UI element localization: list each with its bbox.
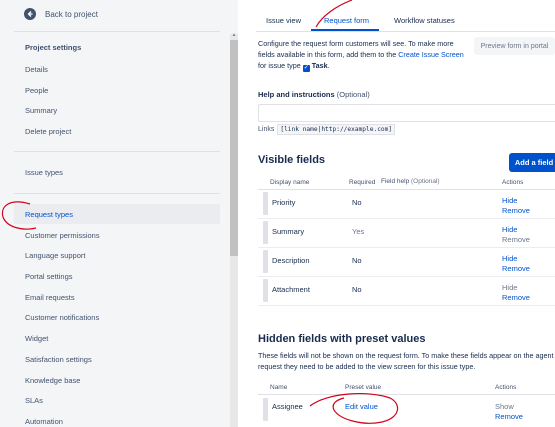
hide-field-link[interactable]: Hide [502,196,517,205]
field-required: No [352,285,362,294]
field-name: Assignee [272,402,303,411]
sidebar-divider [14,31,220,32]
sidebar-item-summary[interactable]: Summary [14,100,220,120]
hidden-fields-description: These fields will not be shown on the re… [258,351,554,371]
checkbox-checked-icon: ✓ [302,65,310,72]
links-label: Links [258,126,275,133]
field-name: Description [272,256,310,265]
links-example: [link name|http://example.com] [277,124,396,135]
hide-field-link[interactable]: Hide [502,254,517,263]
sidebar-item-details[interactable]: Details [14,59,220,79]
col-name: Name [270,384,288,391]
sidebar-item-knowledge-base[interactable]: Knowledge base [14,370,220,390]
col-required: Required [349,179,376,186]
tab-request-form[interactable]: Request form [324,16,369,25]
create-issue-screen-link[interactable]: Create Issue Screen [398,50,464,59]
drag-handle-icon[interactable] [263,279,268,302]
help-instructions-input[interactable] [258,104,555,122]
field-name: Priority [272,198,296,207]
sidebar-item-language-support[interactable]: Language support [14,245,220,265]
sidebar-scrollbar-thumb[interactable] [230,40,238,256]
description-text: for issue type [258,61,303,70]
sidebar-item-customer-notifications[interactable]: Customer notifications [14,307,220,327]
sidebar-item-portal-settings[interactable]: Portal settings [14,266,220,286]
sidebar-divider [14,151,220,152]
col-actions: Actions [502,179,524,186]
arrow-left-circle-icon [24,8,36,20]
sidebar-section-title: Project settings [25,43,82,52]
drag-handle-icon[interactable] [263,221,268,244]
drag-handle-icon[interactable] [263,192,268,215]
remove-field-link[interactable]: Remove [502,206,530,215]
visible-fields-title: Visible fields [258,154,326,166]
back-to-project-link[interactable]: Back to project [24,6,98,22]
row-divider [258,247,555,248]
sidebar-item-slas[interactable]: SLAs [14,390,220,410]
field-required: Yes [352,227,365,236]
description-text: . [327,61,330,70]
back-label: Back to project [45,9,98,19]
drag-handle-icon[interactable] [263,250,268,273]
sidebar-divider [14,193,220,194]
hide-field-link[interactable]: Hide [502,225,517,234]
table-header-rule [258,394,555,395]
table-header-rule [258,189,555,190]
field-name: Attachment [272,285,310,294]
optional-label: (Optional) [411,178,440,185]
scroll-up-icon[interactable]: ▲ [230,32,238,38]
add-field-button[interactable]: Add a field [509,153,555,172]
remove-field-link[interactable]: Remove [502,264,530,273]
remove-field-disabled: Remove [502,235,530,244]
row-divider [258,218,555,219]
sidebar-item-email-requests[interactable]: Email requests [14,287,220,307]
sidebar-item-issue-types[interactable]: Issue types [14,162,220,182]
sidebar-item-automation[interactable]: Automation [14,411,220,427]
sidebar-item-request-types[interactable]: Request types [14,204,220,224]
field-help-label: Field help [381,178,410,185]
sidebar: Back to project Project settings Details… [0,0,238,427]
show-field-disabled: Show [495,402,514,411]
col-actions: Actions [495,384,517,391]
help-title-text: Help and instructions [258,90,335,99]
drag-handle-icon[interactable] [263,398,268,421]
sidebar-item-people[interactable]: People [14,80,220,100]
sidebar-item-customer-permissions[interactable]: Customer permissions [14,225,220,245]
hide-field-disabled: Hide [502,283,518,292]
links-hint: Links [link name|http://example.com] [258,124,396,135]
help-instructions-label: Help and instructions (Optional) [258,90,370,99]
preview-form-button[interactable]: Preview form in portal [474,37,555,55]
optional-label: (Optional) [336,90,370,99]
field-required: No [352,198,362,207]
field-required: No [352,256,362,265]
row-divider [258,305,555,306]
tab-issue-view[interactable]: Issue view [266,16,301,25]
row-divider [258,276,555,277]
field-name: Summary [272,227,305,236]
sidebar-item-delete-project[interactable]: Delete project [14,121,220,141]
tab-divider [256,31,555,32]
request-form-description: Configure the request form customers wil… [258,38,468,72]
sidebar-item-widget[interactable]: Widget [14,328,220,348]
col-display-name: Display name [270,179,310,186]
remove-field-link[interactable]: Remove [495,412,523,421]
edit-value-link[interactable]: Edit value [345,402,378,411]
sidebar-item-satisfaction-settings[interactable]: Satisfaction settings [14,349,220,369]
col-field-help: Field help (Optional) [381,178,440,185]
col-preset-value: Preset value [345,384,382,391]
tab-workflow-statuses[interactable]: Workflow statuses [394,16,455,25]
remove-field-link[interactable]: Remove [502,293,530,302]
issue-type-name: Task [311,61,328,70]
hidden-fields-title: Hidden fields with preset values [258,333,426,345]
